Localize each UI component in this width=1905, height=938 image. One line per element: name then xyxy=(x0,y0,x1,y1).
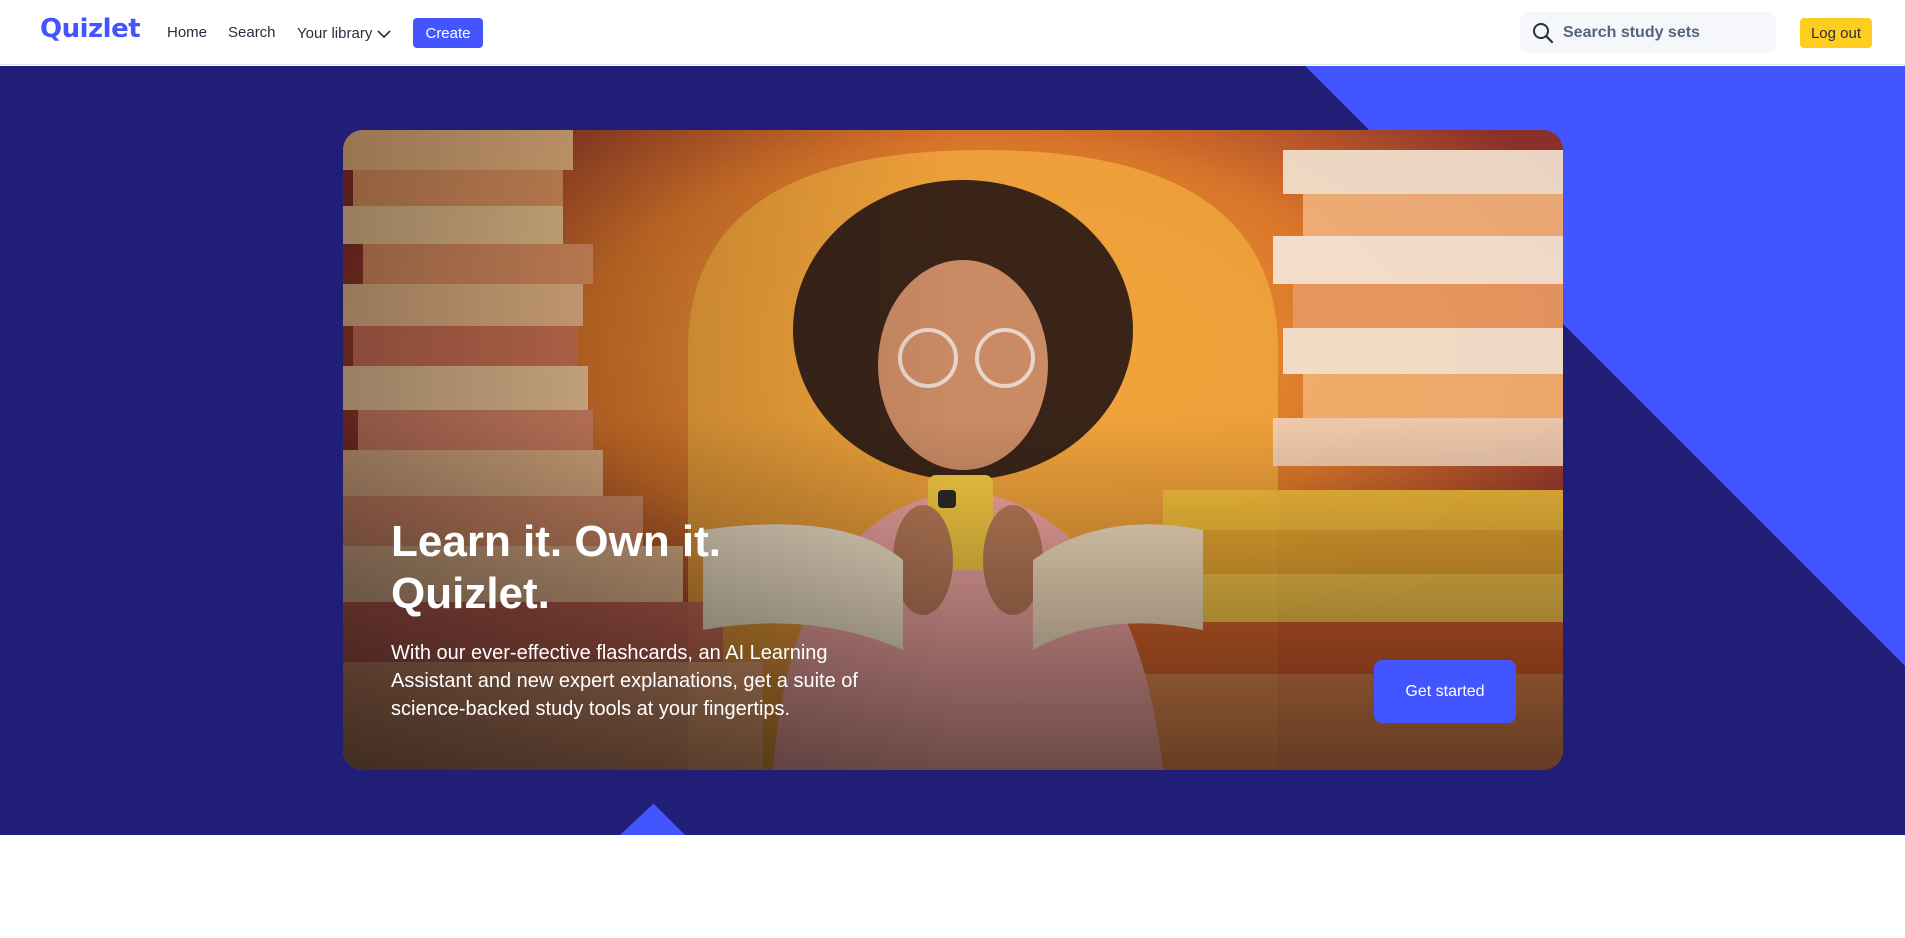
your-library-label: Your library xyxy=(297,25,373,42)
hero-description: With our ever-effective flashcards, an A… xyxy=(391,642,858,720)
top-navigation-bar: Quizlet Home Search Your library Create … xyxy=(0,0,1905,65)
hero-headline-line-2: Quizlet. xyxy=(391,569,550,618)
search-icon xyxy=(1531,21,1555,45)
hero-headline: Learn it. Own it. Quizlet. xyxy=(391,516,891,620)
nav-home-link[interactable]: Home xyxy=(167,24,207,41)
create-button[interactable]: Create xyxy=(413,18,483,48)
nav-your-library-dropdown[interactable]: Your library xyxy=(297,25,391,42)
quizlet-logo[interactable]: Quizlet xyxy=(40,14,141,44)
hero-section: Learn it. Own it. Quizlet. With our ever… xyxy=(0,66,1905,835)
search-input[interactable] xyxy=(1563,23,1763,42)
hero-card: Learn it. Own it. Quizlet. With our ever… xyxy=(343,130,1563,770)
search-bar[interactable] xyxy=(1520,12,1776,53)
hero-headline-line-1: Learn it. Own it. xyxy=(391,517,722,566)
nav-search-link[interactable]: Search xyxy=(228,24,276,41)
log-out-button[interactable]: Log out xyxy=(1800,18,1872,48)
get-started-button[interactable]: Get started xyxy=(1374,660,1516,723)
chevron-down-icon xyxy=(377,29,391,39)
